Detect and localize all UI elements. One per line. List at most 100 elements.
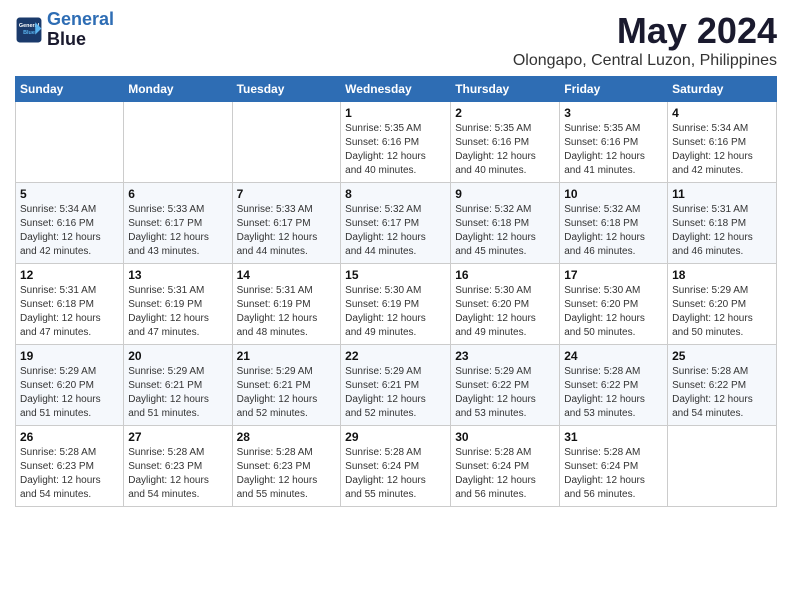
day-info: Sunrise: 5:29 AM Sunset: 6:21 PM Dayligh… xyxy=(128,365,227,421)
calendar-cell: 13 Sunrise: 5:31 AM Sunset: 6:19 PM Dayli… xyxy=(124,264,232,345)
day-info: Sunrise: 5:29 AM Sunset: 6:20 PM Dayligh… xyxy=(672,284,772,340)
day-number: 1 xyxy=(345,106,446,120)
day-info: Sunrise: 5:35 AM Sunset: 6:16 PM Dayligh… xyxy=(564,122,663,178)
day-number: 23 xyxy=(455,349,555,363)
day-info: Sunrise: 5:33 AM Sunset: 6:17 PM Dayligh… xyxy=(237,203,337,259)
day-number: 29 xyxy=(345,430,446,444)
day-number: 26 xyxy=(20,430,119,444)
calendar-cell: 20 Sunrise: 5:29 AM Sunset: 6:21 PM Dayli… xyxy=(124,345,232,426)
calendar-table: SundayMondayTuesdayWednesdayThursdayFrid… xyxy=(15,76,777,507)
calendar-cell: 30 Sunrise: 5:28 AM Sunset: 6:24 PM Dayli… xyxy=(451,426,560,507)
day-number: 11 xyxy=(672,187,772,201)
calendar-week-2: 5 Sunrise: 5:34 AM Sunset: 6:16 PM Daylig… xyxy=(16,183,777,264)
day-number: 10 xyxy=(564,187,663,201)
calendar-cell: 3 Sunrise: 5:35 AM Sunset: 6:16 PM Daylig… xyxy=(560,102,668,183)
day-info: Sunrise: 5:30 AM Sunset: 6:19 PM Dayligh… xyxy=(345,284,446,340)
weekday-header-tuesday: Tuesday xyxy=(232,77,341,102)
day-number: 5 xyxy=(20,187,119,201)
day-info: Sunrise: 5:28 AM Sunset: 6:23 PM Dayligh… xyxy=(128,446,227,502)
calendar-cell xyxy=(232,102,341,183)
calendar-week-5: 26 Sunrise: 5:28 AM Sunset: 6:23 PM Dayli… xyxy=(16,426,777,507)
calendar-cell: 7 Sunrise: 5:33 AM Sunset: 6:17 PM Daylig… xyxy=(232,183,341,264)
calendar-cell: 11 Sunrise: 5:31 AM Sunset: 6:18 PM Dayli… xyxy=(668,183,777,264)
calendar-week-4: 19Sunrise: 5:29 AM Sunset: 6:20 PM Dayli… xyxy=(16,345,777,426)
calendar-cell: 24 Sunrise: 5:28 AM Sunset: 6:22 PM Dayli… xyxy=(560,345,668,426)
day-number: 18 xyxy=(672,268,772,282)
day-number: 12 xyxy=(20,268,119,282)
day-info: Sunrise: 5:34 AM Sunset: 6:16 PM Dayligh… xyxy=(20,203,119,259)
day-number: 15 xyxy=(345,268,446,282)
day-info: Sunrise: 5:35 AM Sunset: 6:16 PM Dayligh… xyxy=(345,122,446,178)
day-info: Sunrise: 5:34 AM Sunset: 6:16 PM Dayligh… xyxy=(672,122,772,178)
day-number: 6 xyxy=(128,187,227,201)
day-info: Sunrise: 5:33 AM Sunset: 6:17 PM Dayligh… xyxy=(128,203,227,259)
day-info: Sunrise: 5:30 AM Sunset: 6:20 PM Dayligh… xyxy=(455,284,555,340)
weekday-header-row: SundayMondayTuesdayWednesdayThursdayFrid… xyxy=(16,77,777,102)
calendar-cell: 1 Sunrise: 5:35 AM Sunset: 6:16 PM Daylig… xyxy=(341,102,451,183)
page-header: General Blue GeneralBlue May 2024 Olonga… xyxy=(15,10,777,70)
day-number: 3 xyxy=(564,106,663,120)
calendar-cell: 22Sunrise: 5:29 AM Sunset: 6:21 PM Dayli… xyxy=(341,345,451,426)
logo: General Blue GeneralBlue xyxy=(15,10,114,50)
weekday-header-monday: Monday xyxy=(124,77,232,102)
day-info: Sunrise: 5:29 AM Sunset: 6:21 PM Dayligh… xyxy=(237,365,337,421)
day-number: 28 xyxy=(237,430,337,444)
day-info: Sunrise: 5:31 AM Sunset: 6:19 PM Dayligh… xyxy=(128,284,227,340)
title-block: May 2024 Olongapo, Central Luzon, Philip… xyxy=(513,10,777,70)
calendar-cell: 23 Sunrise: 5:29 AM Sunset: 6:22 PM Dayli… xyxy=(451,345,560,426)
day-info: Sunrise: 5:32 AM Sunset: 6:18 PM Dayligh… xyxy=(455,203,555,259)
day-number: 17 xyxy=(564,268,663,282)
calendar-cell xyxy=(16,102,124,183)
day-info: Sunrise: 5:29 AM Sunset: 6:22 PM Dayligh… xyxy=(455,365,555,421)
calendar-cell: 14Sunrise: 5:31 AM Sunset: 6:19 PM Dayli… xyxy=(232,264,341,345)
day-info: Sunrise: 5:28 AM Sunset: 6:24 PM Dayligh… xyxy=(345,446,446,502)
day-info: Sunrise: 5:32 AM Sunset: 6:18 PM Dayligh… xyxy=(564,203,663,259)
day-number: 20 xyxy=(128,349,227,363)
calendar-cell: 15 Sunrise: 5:30 AM Sunset: 6:19 PM Dayli… xyxy=(341,264,451,345)
day-number: 13 xyxy=(128,268,227,282)
calendar-cell: 25Sunrise: 5:28 AM Sunset: 6:22 PM Dayli… xyxy=(668,345,777,426)
day-info: Sunrise: 5:28 AM Sunset: 6:24 PM Dayligh… xyxy=(455,446,555,502)
calendar-cell: 27Sunrise: 5:28 AM Sunset: 6:23 PM Dayli… xyxy=(124,426,232,507)
day-number: 30 xyxy=(455,430,555,444)
calendar-cell: 8Sunrise: 5:32 AM Sunset: 6:17 PM Daylig… xyxy=(341,183,451,264)
calendar-cell: 31 Sunrise: 5:28 AM Sunset: 6:24 PM Dayli… xyxy=(560,426,668,507)
day-number: 14 xyxy=(237,268,337,282)
day-info: Sunrise: 5:28 AM Sunset: 6:23 PM Dayligh… xyxy=(237,446,337,502)
day-info: Sunrise: 5:31 AM Sunset: 6:18 PM Dayligh… xyxy=(20,284,119,340)
calendar-cell: 12 Sunrise: 5:31 AM Sunset: 6:18 PM Dayli… xyxy=(16,264,124,345)
calendar-cell: 2 Sunrise: 5:35 AM Sunset: 6:16 PM Daylig… xyxy=(451,102,560,183)
day-info: Sunrise: 5:32 AM Sunset: 6:17 PM Dayligh… xyxy=(345,203,446,259)
calendar-cell: 17Sunrise: 5:30 AM Sunset: 6:20 PM Dayli… xyxy=(560,264,668,345)
calendar-week-3: 12 Sunrise: 5:31 AM Sunset: 6:18 PM Dayli… xyxy=(16,264,777,345)
calendar-cell: 6 Sunrise: 5:33 AM Sunset: 6:17 PM Daylig… xyxy=(124,183,232,264)
day-number: 22 xyxy=(345,349,446,363)
day-number: 31 xyxy=(564,430,663,444)
calendar-cell: 18 Sunrise: 5:29 AM Sunset: 6:20 PM Dayli… xyxy=(668,264,777,345)
weekday-header-saturday: Saturday xyxy=(668,77,777,102)
day-number: 9 xyxy=(455,187,555,201)
calendar-cell: 21Sunrise: 5:29 AM Sunset: 6:21 PM Dayli… xyxy=(232,345,341,426)
calendar-cell: 26Sunrise: 5:28 AM Sunset: 6:23 PM Dayli… xyxy=(16,426,124,507)
calendar-cell xyxy=(124,102,232,183)
calendar-cell: 28 Sunrise: 5:28 AM Sunset: 6:23 PM Dayli… xyxy=(232,426,341,507)
day-number: 4 xyxy=(672,106,772,120)
calendar-cell: 5 Sunrise: 5:34 AM Sunset: 6:16 PM Daylig… xyxy=(16,183,124,264)
day-info: Sunrise: 5:28 AM Sunset: 6:22 PM Dayligh… xyxy=(672,365,772,421)
day-number: 2 xyxy=(455,106,555,120)
day-number: 24 xyxy=(564,349,663,363)
calendar-week-1: 1 Sunrise: 5:35 AM Sunset: 6:16 PM Daylig… xyxy=(16,102,777,183)
calendar-cell: 19Sunrise: 5:29 AM Sunset: 6:20 PM Dayli… xyxy=(16,345,124,426)
calendar-cell: 10 Sunrise: 5:32 AM Sunset: 6:18 PM Dayli… xyxy=(560,183,668,264)
calendar-subtitle: Olongapo, Central Luzon, Philippines xyxy=(513,52,777,70)
weekday-header-sunday: Sunday xyxy=(16,77,124,102)
calendar-title: May 2024 xyxy=(513,10,777,52)
day-info: Sunrise: 5:35 AM Sunset: 6:16 PM Dayligh… xyxy=(455,122,555,178)
weekday-header-thursday: Thursday xyxy=(451,77,560,102)
day-info: Sunrise: 5:28 AM Sunset: 6:22 PM Dayligh… xyxy=(564,365,663,421)
svg-text:Blue: Blue xyxy=(23,30,35,36)
day-info: Sunrise: 5:31 AM Sunset: 6:18 PM Dayligh… xyxy=(672,203,772,259)
day-info: Sunrise: 5:28 AM Sunset: 6:24 PM Dayligh… xyxy=(564,446,663,502)
calendar-cell: 9 Sunrise: 5:32 AM Sunset: 6:18 PM Daylig… xyxy=(451,183,560,264)
day-number: 7 xyxy=(237,187,337,201)
